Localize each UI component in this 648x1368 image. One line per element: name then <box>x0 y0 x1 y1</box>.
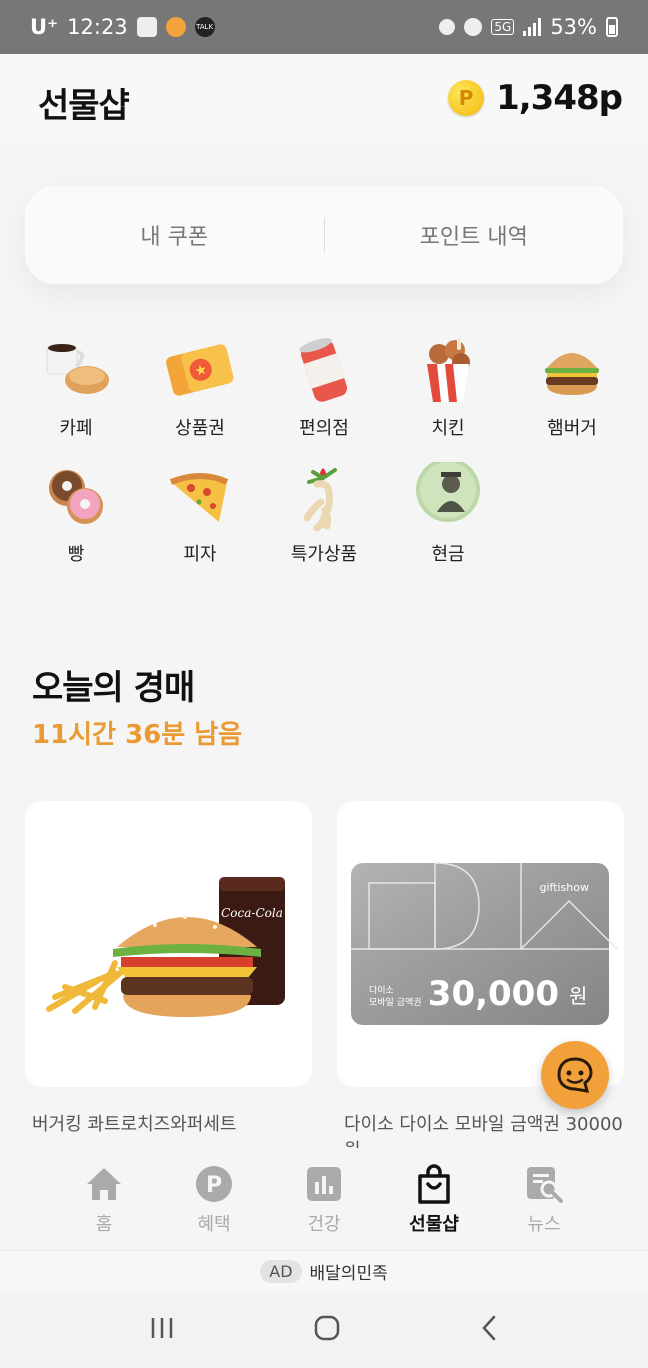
nav-home[interactable]: 홈 <box>66 1164 142 1248</box>
category-cafe[interactable]: 카페 <box>24 336 128 440</box>
point-icon: P <box>194 1164 234 1204</box>
product-name[interactable]: 다이소 다이소 모바일 금액권 30000원 <box>344 1112 634 1148</box>
chicken-icon <box>413 336 483 406</box>
system-navigation-bar <box>0 1292 648 1368</box>
category-convenience-store[interactable]: 편의점 <box>272 336 376 440</box>
category-pizza[interactable]: 피자 <box>148 462 252 566</box>
category-cash[interactable]: 현금 <box>396 458 500 566</box>
category-bread[interactable]: 빵 <box>24 462 128 566</box>
talk-notification-icon: TALK <box>194 17 215 37</box>
home-circle-icon <box>314 1315 340 1341</box>
coupon-tabs: 내 쿠폰 포인트 내역 <box>25 186 623 284</box>
donut-icon <box>41 462 111 532</box>
auction-time-remaining: 11시간 36분 남음 <box>32 720 243 750</box>
nav-label: 건강 <box>307 1214 341 1235</box>
ad-banner[interactable]: AD 배달의민족 <box>0 1250 648 1292</box>
category-gift-card[interactable]: ★ 상품권 <box>148 336 252 440</box>
burger-set-image: Coca-Cola <box>46 877 285 1017</box>
home-button[interactable] <box>313 1314 341 1346</box>
ginseng-icon <box>289 462 359 532</box>
clock: 12:23 <box>67 15 128 39</box>
category-label: 치킨 <box>431 418 465 439</box>
tab-point-history[interactable]: 포인트 내역 <box>325 219 624 251</box>
recycle-icon <box>439 19 456 35</box>
gift-card-amount: 30,000 <box>428 974 559 1014</box>
svg-text:P: P <box>206 1173 222 1198</box>
banknote-icon <box>413 458 483 532</box>
battery-percent: 53% <box>550 15 597 39</box>
cola-logo-text: Coca-Cola <box>221 906 283 920</box>
alarm-icon <box>464 18 483 36</box>
back-button[interactable] <box>479 1314 499 1346</box>
point-coin-icon: P <box>448 80 485 116</box>
recent-apps-button[interactable] <box>149 1316 175 1344</box>
gallery-notification-icon <box>136 17 157 37</box>
nav-label: 선물샵 <box>409 1214 459 1235</box>
back-chevron-icon <box>482 1315 496 1341</box>
nav-news[interactable]: 뉴스 <box>506 1164 582 1248</box>
battery-icon <box>606 17 618 37</box>
gift-card-line2: 모바일 금액권 <box>369 996 422 1008</box>
product-name[interactable]: 버거킹 콰트로치즈와퍼세트 <box>32 1112 322 1138</box>
network-type: 5G <box>491 19 515 35</box>
app-header: 선물샵 P 1,348p <box>0 54 648 144</box>
status-bar: U⁺ 12:23 TALK 5G 53% <box>0 0 648 54</box>
category-label: 햄버거 <box>547 418 597 439</box>
page-title: 선물샵 <box>38 86 130 126</box>
home-icon <box>84 1164 124 1204</box>
nav-label: 뉴스 <box>527 1214 561 1235</box>
nav-label: 혜택 <box>197 1214 231 1235</box>
can-icon <box>289 336 359 406</box>
category-label: 카페 <box>59 418 93 439</box>
nav-health[interactable]: 건강 <box>286 1164 362 1248</box>
chat-face-icon <box>557 1057 593 1093</box>
category-label: 편의점 <box>299 418 349 439</box>
category-label: 특가상품 <box>290 544 358 565</box>
nav-label: 홈 <box>95 1214 113 1235</box>
points-balance[interactable]: P 1,348p <box>448 78 623 118</box>
points-value: 1,348p <box>496 78 623 118</box>
category-label: 빵 <box>67 544 85 565</box>
ad-badge: AD <box>260 1260 302 1283</box>
coffee-bread-icon <box>41 336 111 406</box>
tab-my-coupons[interactable]: 내 쿠폰 <box>25 219 324 251</box>
category-hamburger[interactable]: 햄버거 <box>520 336 624 440</box>
nav-gift-shop[interactable]: 선물샵 <box>396 1164 472 1248</box>
category-special-deal[interactable]: 특가상품 <box>272 462 376 566</box>
news-icon <box>524 1164 564 1204</box>
app-notification-icon <box>165 17 186 37</box>
ad-text: 배달의민족 <box>309 1264 388 1284</box>
recent-apps-icon <box>151 1318 173 1338</box>
bottom-navigation: 홈 P 혜택 건강 선물샵 뉴스 <box>0 1150 648 1248</box>
category-label: 피자 <box>183 544 217 565</box>
gift-card-line1: 다이소 <box>369 985 394 996</box>
chart-icon <box>304 1164 344 1204</box>
shopping-bag-icon <box>414 1164 454 1204</box>
chat-fab-button[interactable] <box>541 1041 609 1109</box>
signal-icon <box>523 18 542 36</box>
gift-card-brand: giftishow <box>539 881 589 894</box>
category-label: 상품권 <box>175 418 225 439</box>
nav-benefits[interactable]: P 혜택 <box>176 1164 252 1248</box>
burger-icon <box>537 336 607 406</box>
pizza-icon <box>165 462 235 532</box>
category-label: 현금 <box>431 544 465 565</box>
product-card-burger[interactable]: Coca-Cola <box>25 801 312 1087</box>
gift-card-unit: 원 <box>569 984 587 1008</box>
auction-title: 오늘의 경매 <box>32 668 195 708</box>
carrier-label: U⁺ <box>30 15 59 39</box>
ticket-icon: ★ <box>165 336 235 406</box>
category-chicken[interactable]: 치킨 <box>396 336 500 440</box>
